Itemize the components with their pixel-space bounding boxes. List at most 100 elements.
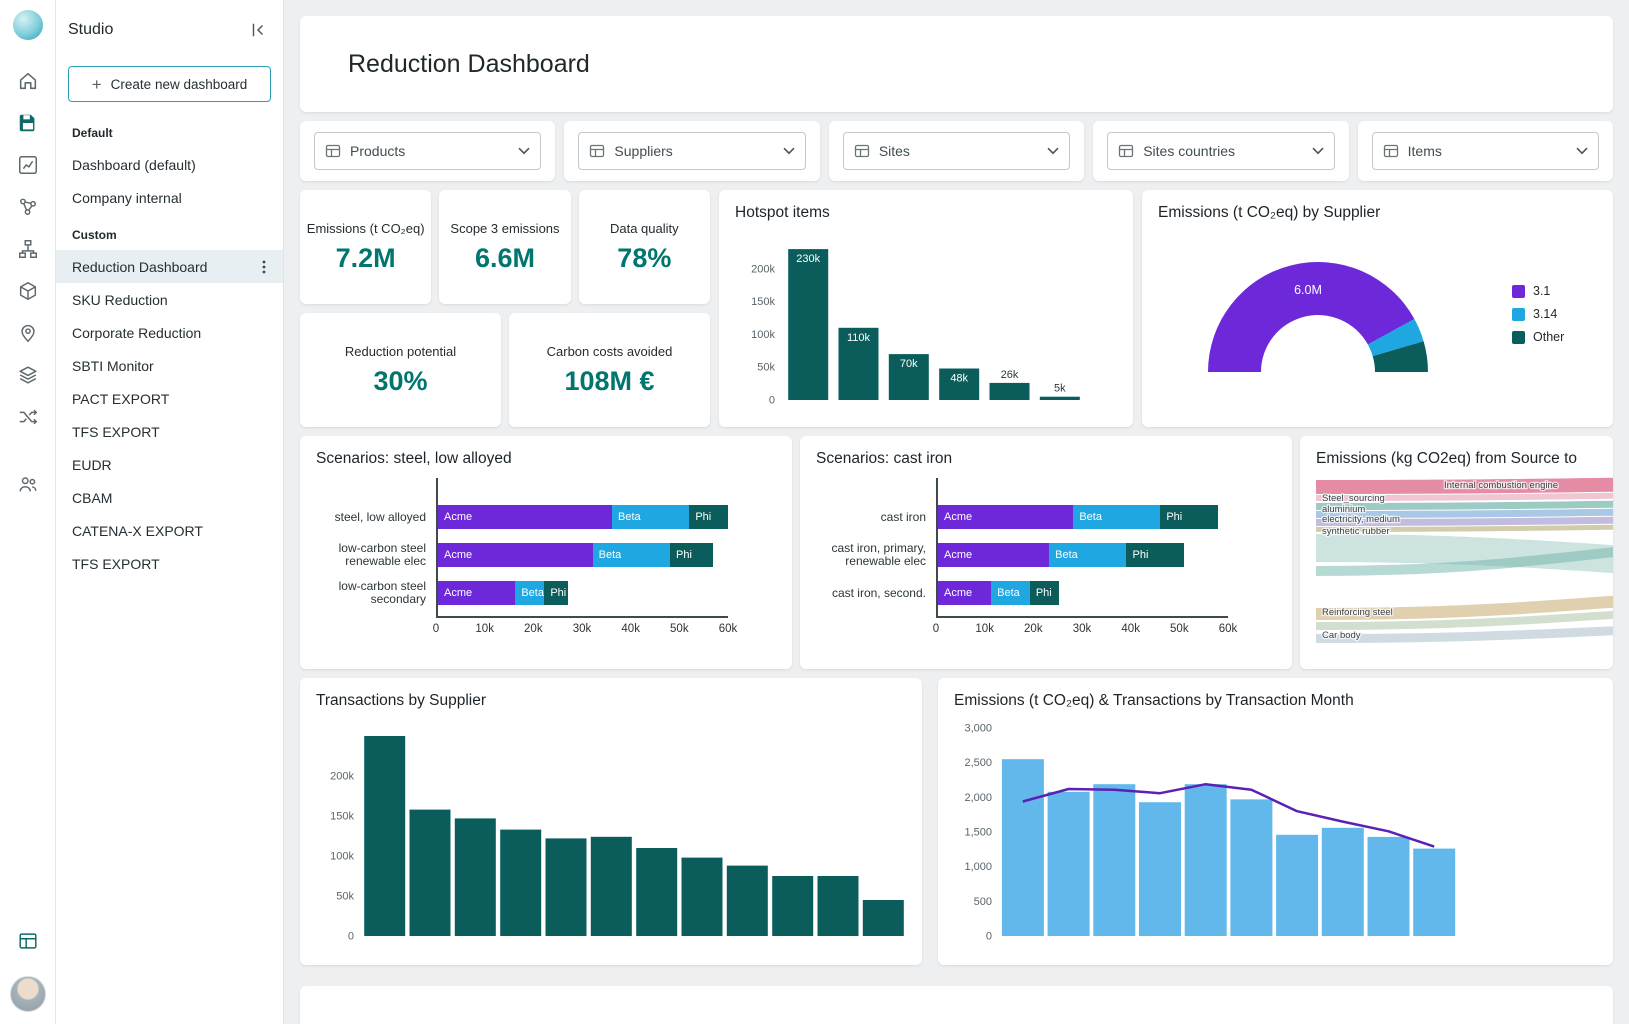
bar-segment-beta[interactable]: Beta <box>991 581 1030 605</box>
donut-wrap: 6.0M 3.13.14Other <box>1158 226 1597 383</box>
chart-icon[interactable] <box>8 145 48 185</box>
kpi-card-carbon-costs-avoided: Carbon costs avoided108M € <box>509 313 710 427</box>
sidebar-item-tfs-export[interactable]: TFS EXPORT <box>56 415 283 448</box>
svg-text:Car body: Car body <box>1322 630 1361 641</box>
scenarios-steel-card: Scenarios: steel, low alloyed steel, low… <box>300 436 792 669</box>
bar-segment-beta[interactable]: Beta <box>1073 505 1160 529</box>
users-icon[interactable] <box>8 464 48 504</box>
shuffle-icon[interactable] <box>8 397 48 437</box>
sidebar: Studio + Create new dashboard DefaultDas… <box>56 0 284 1024</box>
svg-text:150k: 150k <box>751 296 775 308</box>
category-label: low-carbon steel secondary <box>316 578 436 608</box>
user-avatar[interactable] <box>10 976 46 1012</box>
icon-rail <box>0 0 56 1024</box>
sidebar-header: Studio <box>56 0 283 60</box>
create-dashboard-button[interactable]: + Create new dashboard <box>68 66 271 102</box>
svg-text:70k: 70k <box>900 358 918 370</box>
create-dashboard-label: Create new dashboard <box>111 77 248 92</box>
legend-item-3-14: 3.14 <box>1512 307 1564 321</box>
sidebar-item-cbam[interactable]: CBAM <box>56 481 283 514</box>
sidebar-item-sbti-monitor[interactable]: SBTI Monitor <box>56 349 283 382</box>
location-icon[interactable] <box>8 313 48 353</box>
bar-segment-phi[interactable]: Phi <box>689 505 728 529</box>
bar-segment-acme[interactable]: Acme <box>438 581 515 605</box>
filter-card-products: Products <box>300 121 555 181</box>
cluster-icon[interactable] <box>8 187 48 227</box>
filter-card-items: Items <box>1358 121 1613 181</box>
collapse-sidebar-button[interactable] <box>245 17 271 43</box>
chart-title: Hotspot items <box>735 204 1117 222</box>
filter-dropdown-products[interactable]: Products <box>314 132 541 170</box>
bar-segment-phi[interactable]: Phi <box>544 581 568 605</box>
item-menu-button[interactable] <box>255 257 273 277</box>
svg-text:50k: 50k <box>757 362 775 374</box>
chart-title: Scenarios: steel, low alloyed <box>316 450 776 468</box>
sidebar-item-dashboard-default[interactable]: Dashboard (default) <box>56 148 283 181</box>
scenarios-cast-iron-card: Scenarios: cast iron cast ironcast iron,… <box>800 436 1292 669</box>
filters-row: Products Suppliers Sites Sites countries Ite… <box>300 121 1613 181</box>
filter-card-sites-countries: Sites countries <box>1093 121 1348 181</box>
category-label: cast iron <box>816 502 936 532</box>
nav-section-header: Custom <box>56 214 283 250</box>
svg-text:200k: 200k <box>751 263 775 275</box>
sidebar-item-tfs-export[interactable]: TFS EXPORT <box>56 547 283 580</box>
bar-segment-acme[interactable]: Acme <box>938 581 991 605</box>
filter-dropdown-sites[interactable]: Sites <box>843 132 1070 170</box>
legend-label: Other <box>1533 330 1564 344</box>
bar-segment-acme[interactable]: Acme <box>438 505 612 529</box>
package-icon[interactable] <box>8 271 48 311</box>
svg-text:0: 0 <box>348 931 354 943</box>
sidebar-item-corporate-reduction[interactable]: Corporate Reduction <box>56 316 283 349</box>
filter-label: Items <box>1408 143 1567 159</box>
sidebar-item-company-internal[interactable]: Company internal <box>56 181 283 214</box>
bar-segment-phi[interactable]: Phi <box>670 543 714 567</box>
bar-segment-beta[interactable]: Beta <box>593 543 670 567</box>
kpi-value: 7.2M <box>336 243 396 274</box>
bar-segment-acme[interactable]: Acme <box>938 543 1049 567</box>
nav-section-header: Default <box>56 112 283 148</box>
sidebar-item-sku-reduction[interactable]: SKU Reduction <box>56 283 283 316</box>
bar-segment-acme[interactable]: Acme <box>438 543 593 567</box>
chart-title: Emissions (t CO₂eq) & Transactions by Tr… <box>954 692 1597 710</box>
bar-segment-phi[interactable]: Phi <box>1030 581 1059 605</box>
legend-item-other: Other <box>1512 330 1564 344</box>
bar-segment-beta[interactable]: Beta <box>1049 543 1126 567</box>
chart-title: Transactions by Supplier <box>316 692 906 710</box>
hotspot-chart: 050k100k150k200k230k110k70k48k26k5k <box>735 230 1117 413</box>
scenarios-cast-iron-chart: cast ironcast iron, primary, renewable e… <box>816 478 1276 641</box>
svg-text:2,000: 2,000 <box>964 792 992 804</box>
app-logo[interactable] <box>13 10 43 40</box>
sidebar-item-label: EUDR <box>72 457 112 473</box>
bar-segment-beta[interactable]: Beta <box>612 505 689 529</box>
chevron-down-icon <box>783 147 795 155</box>
svg-text:6.0M: 6.0M <box>1294 283 1322 297</box>
legend-label: 3.14 <box>1533 307 1557 321</box>
sidebar-item-pact-export[interactable]: PACT EXPORT <box>56 382 283 415</box>
sankey-chart: Internal combustion engineSteel_sourcing… <box>1316 474 1597 655</box>
hierarchy-icon[interactable] <box>8 229 48 269</box>
kpi-card-reduction-potential: Reduction potential30% <box>300 313 501 427</box>
svg-text:26k: 26k <box>1001 369 1019 381</box>
bar-segment-acme[interactable]: Acme <box>938 505 1073 529</box>
sidebar-item-eudr[interactable]: EUDR <box>56 448 283 481</box>
svg-text:Internal combustion engine: Internal combustion engine <box>1444 480 1558 491</box>
bar-segment-phi[interactable]: Phi <box>1126 543 1184 567</box>
sidebar-item-reduction-dashboard[interactable]: Reduction Dashboard <box>56 250 283 283</box>
home-icon[interactable] <box>8 61 48 101</box>
table-icon[interactable] <box>8 921 48 961</box>
monthly-chart: 05001,0001,5002,0002,5003,000 <box>954 718 1597 951</box>
bar-segment-phi[interactable]: Phi <box>1160 505 1218 529</box>
legend-swatch <box>1512 285 1525 298</box>
filter-dropdown-items[interactable]: Items <box>1372 132 1599 170</box>
layers-icon[interactable] <box>8 355 48 395</box>
filter-dropdown-sites-countries[interactable]: Sites countries <box>1107 132 1334 170</box>
sidebar-item-catena-x-export[interactable]: CATENA-X EXPORT <box>56 514 283 547</box>
bar-segment-beta[interactable]: Beta <box>515 581 544 605</box>
app-root: Studio + Create new dashboard DefaultDas… <box>0 0 1629 1024</box>
dashboards-icon[interactable] <box>8 103 48 143</box>
svg-text:electricity, medium: electricity, medium <box>1322 514 1400 525</box>
monthly-emissions-card: Emissions (t CO₂eq) & Transactions by Tr… <box>938 678 1613 965</box>
filter-label: Suppliers <box>614 143 773 159</box>
filter-dropdown-suppliers[interactable]: Suppliers <box>578 132 805 170</box>
svg-text:5k: 5k <box>1054 383 1066 395</box>
